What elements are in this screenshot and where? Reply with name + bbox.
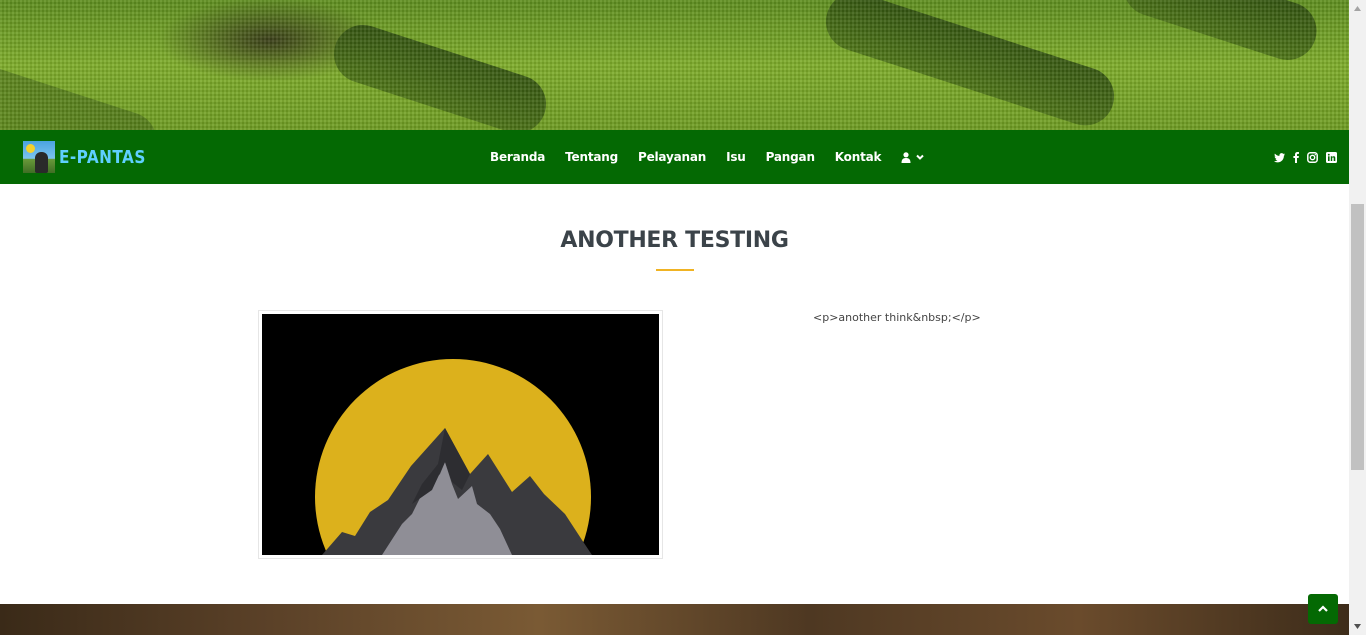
vertical-scrollbar[interactable]	[1349, 0, 1366, 635]
mountain-logo-image	[262, 314, 659, 555]
hero-banner	[0, 0, 1349, 130]
chevron-down-icon	[916, 154, 925, 160]
article-body: <p>another think&nbsp;</p>	[813, 311, 981, 324]
facebook-icon[interactable]	[1293, 150, 1299, 168]
social-links	[1274, 150, 1337, 168]
instagram-icon[interactable]	[1307, 150, 1318, 168]
nav-item-kontak[interactable]: Kontak	[825, 150, 892, 164]
linkedin-icon[interactable]	[1326, 150, 1337, 168]
nav-item-beranda[interactable]: Beranda	[480, 150, 555, 164]
article-image	[258, 310, 663, 559]
back-to-top-button[interactable]	[1308, 594, 1338, 624]
brand-logo[interactable]: E-PANTAS	[23, 141, 161, 173]
twitter-icon[interactable]	[1274, 150, 1285, 168]
scroll-down-arrow-icon[interactable]	[1349, 618, 1366, 635]
scroll-up-arrow-icon[interactable]	[1349, 0, 1366, 17]
user-icon	[901, 151, 911, 163]
scrollbar-thumb[interactable]	[1351, 204, 1364, 470]
brand-name: E-PANTAS	[59, 146, 146, 168]
nav-item-tentang[interactable]: Tentang	[555, 150, 628, 164]
nav-item-isu[interactable]: Isu	[716, 150, 756, 164]
logo-image	[23, 141, 55, 173]
footer-background	[0, 604, 1349, 635]
page: E-PANTAS Beranda Tentang Pelayanan Isu P…	[0, 0, 1349, 635]
title-underline	[656, 269, 694, 271]
nav-item-pangan[interactable]: Pangan	[756, 150, 825, 164]
chevron-up-icon	[1318, 605, 1328, 612]
navbar: E-PANTAS Beranda Tentang Pelayanan Isu P…	[0, 130, 1349, 184]
nav-item-pelayanan[interactable]: Pelayanan	[628, 150, 716, 164]
user-menu-toggle[interactable]	[891, 151, 935, 163]
article-title: ANOTHER TESTING	[560, 228, 789, 253]
nav-menu: Beranda Tentang Pelayanan Isu Pangan Kon…	[480, 130, 935, 184]
